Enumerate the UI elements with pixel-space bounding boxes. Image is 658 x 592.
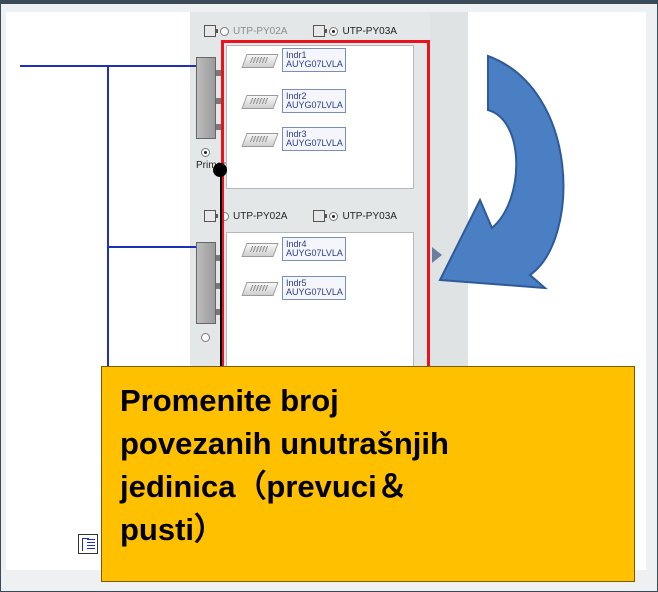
primary-radio[interactable] <box>201 148 210 157</box>
callout-line-2: povezanih unutrašnjih <box>120 426 449 461</box>
callout-line-3: jedinica（prevuci＆ <box>120 469 408 504</box>
primary-radio-2[interactable] <box>201 333 210 342</box>
model-selector-1: UTP-PY02A UTP-PY03A <box>204 25 397 37</box>
outdoor-unit-icon <box>204 210 218 222</box>
highlight-rectangle <box>221 40 430 369</box>
outdoor-unit-1[interactable] <box>196 57 221 139</box>
wiring-line <box>107 65 109 375</box>
wiring-line <box>107 246 198 248</box>
radio-option-a[interactable] <box>220 26 229 36</box>
outdoor-unit-icon <box>313 25 328 37</box>
wiring-line <box>20 65 198 67</box>
tree-view-icon[interactable] <box>78 534 98 554</box>
pointer-dot <box>213 163 227 177</box>
callout-line-4: pusti） <box>120 512 226 547</box>
callout-line-1: Promenite broj <box>120 383 339 418</box>
curved-arrow-icon <box>438 54 565 290</box>
radio-option-b[interactable] <box>329 26 339 36</box>
outdoor-unit-2[interactable] <box>196 242 221 324</box>
option-b-label: UTP-PY03A <box>342 25 397 37</box>
window-top-border <box>0 0 658 4</box>
outdoor-unit-icon <box>204 25 218 37</box>
instruction-callout: Promenite broj povezanih unutrašnjih jed… <box>101 366 635 582</box>
option-a-label: UTP-PY02A <box>233 25 288 37</box>
